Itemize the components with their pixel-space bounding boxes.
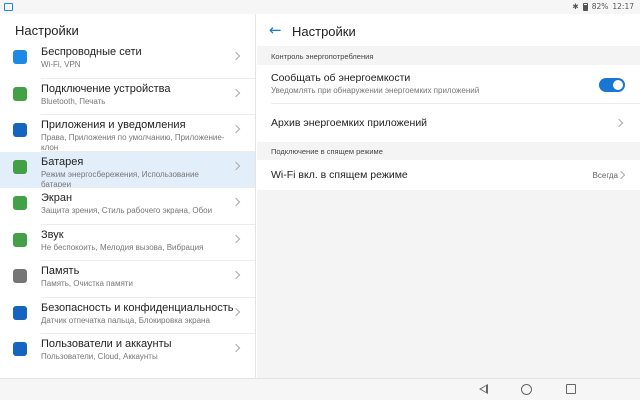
notify-power-subtitle: Уведомлять при обнаружении энергоемких п… (271, 86, 480, 95)
settings-item[interactable]: Память Память, Очистка памяти (0, 261, 255, 298)
navigation-bar (0, 378, 640, 400)
notify-power-row[interactable]: Сообщать об энергоемкости Уведомлять при… (257, 65, 640, 104)
apps-icon (13, 123, 27, 137)
archive-title: Архив энергоемких приложений (271, 117, 428, 129)
clock: 12:17 (612, 2, 634, 11)
wifi-sleep-title: Wi-Fi вкл. в спящем режиме (271, 169, 408, 181)
nav-home-icon[interactable] (521, 384, 532, 395)
settings-item-title: Приложения и уведомления (41, 119, 186, 131)
right-header: ← Настройки (257, 14, 640, 46)
chevron-right-icon (231, 51, 241, 61)
settings-item-subtitle: Wi-Fi, VPN (41, 60, 81, 69)
section-sleep-connection: Подключение в спящем режиме (271, 147, 383, 156)
settings-item[interactable]: Приложения и уведомления Права, Приложени… (0, 115, 255, 152)
power-control-card: Сообщать об энергоемкости Уведомлять при… (257, 65, 640, 142)
app-notification-icon (4, 3, 13, 11)
user-icon (13, 342, 27, 356)
settings-item[interactable]: Беспроводные сети Wi-Fi, VPN (0, 42, 255, 79)
wifi-icon (13, 50, 27, 64)
chevron-right-icon (231, 343, 241, 353)
settings-item[interactable]: Пользователи и аккаунты Пользователи, Clo… (0, 334, 255, 371)
device-connection-icon (13, 86, 27, 101)
nav-back-icon[interactable] (479, 384, 488, 394)
display-icon (13, 196, 27, 210)
settings-item[interactable]: Экран Защита зрения, Стиль рабочего экран… (0, 188, 255, 225)
battery-status-icon (582, 2, 588, 11)
settings-item-subtitle: Память, Очистка памяти (41, 279, 133, 288)
shield-icon (13, 305, 27, 320)
settings-item-subtitle: Bluetooth, Печать (41, 96, 106, 106)
storage-icon (13, 269, 27, 283)
settings-list-panel: Настройки Беспроводные сети Wi-Fi, VPN Под… (0, 14, 256, 378)
settings-item-title: Звук (41, 228, 64, 241)
nav-recent-apps-icon[interactable] (566, 384, 576, 394)
battery-percent: 82% (591, 2, 609, 11)
battery-icon (13, 159, 27, 174)
chevron-right-icon (231, 197, 241, 207)
battery-settings-panel: ← Настройки Контроль энергопотребления С… (257, 14, 640, 378)
settings-item-title: Экран (41, 192, 73, 204)
sleep-connection-card: Wi-Fi вкл. в спящем режиме Всегда (257, 160, 640, 190)
back-arrow-icon[interactable]: ← (269, 22, 282, 38)
wifi-sleep-row[interactable]: Wi-Fi вкл. в спящем режиме Всегда (257, 160, 640, 190)
settings-item-title: Пользователи и аккаунты (41, 338, 172, 350)
chevron-right-icon (231, 234, 241, 243)
archive-row[interactable]: Архив энергоемких приложений (257, 104, 640, 142)
status-bar: ✱ 82% 12:17 (0, 0, 640, 14)
notify-power-toggle[interactable] (599, 78, 625, 92)
settings-item-title: Беспроводные сети (41, 46, 142, 58)
notify-power-title: Сообщать об энергоемкости (271, 72, 411, 84)
chevron-right-icon (231, 161, 241, 170)
chevron-right-icon (231, 270, 241, 280)
right-panel-title: Настройки (292, 24, 356, 39)
settings-item[interactable]: Безопасность и конфиденциальность Датчик … (0, 298, 255, 334)
chevron-right-icon (231, 88, 241, 97)
section-power-control: Контроль энергопотребления (271, 52, 374, 61)
status-right: ✱ 82% 12:17 (572, 2, 634, 11)
bluetooth-icon: ✱ (572, 2, 579, 11)
settings-item-title: Подключение устройства (41, 82, 171, 95)
chevron-right-icon (231, 124, 241, 134)
sound-icon (13, 232, 27, 247)
settings-item-subtitle: Не беспокоить, Мелодия вызова, Вибрация (41, 242, 204, 252)
settings-item[interactable]: Звук Не беспокоить, Мелодия вызова, Вибра… (0, 225, 255, 261)
settings-item-subtitle: Защита зрения, Стиль рабочего экрана, Об… (41, 206, 213, 215)
settings-item[interactable]: Батарея Режим энергосбережения, Использов… (0, 151, 255, 189)
wifi-sleep-value: Всегда (592, 171, 618, 180)
settings-list: Беспроводные сети Wi-Fi, VPN Подключение у… (0, 42, 255, 371)
settings-item[interactable]: Подключение устройства Bluetooth, Печать (0, 79, 255, 115)
settings-item-title: Батарея (41, 155, 84, 168)
settings-item-title: Память (41, 265, 80, 277)
settings-item-subtitle: Датчик отпечатка пальца, Блокировка экра… (41, 315, 210, 325)
settings-item-title: Безопасность и конфиденциальность (41, 301, 234, 314)
settings-item-subtitle: Пользователи, Cloud, Аккаунты (41, 352, 158, 361)
